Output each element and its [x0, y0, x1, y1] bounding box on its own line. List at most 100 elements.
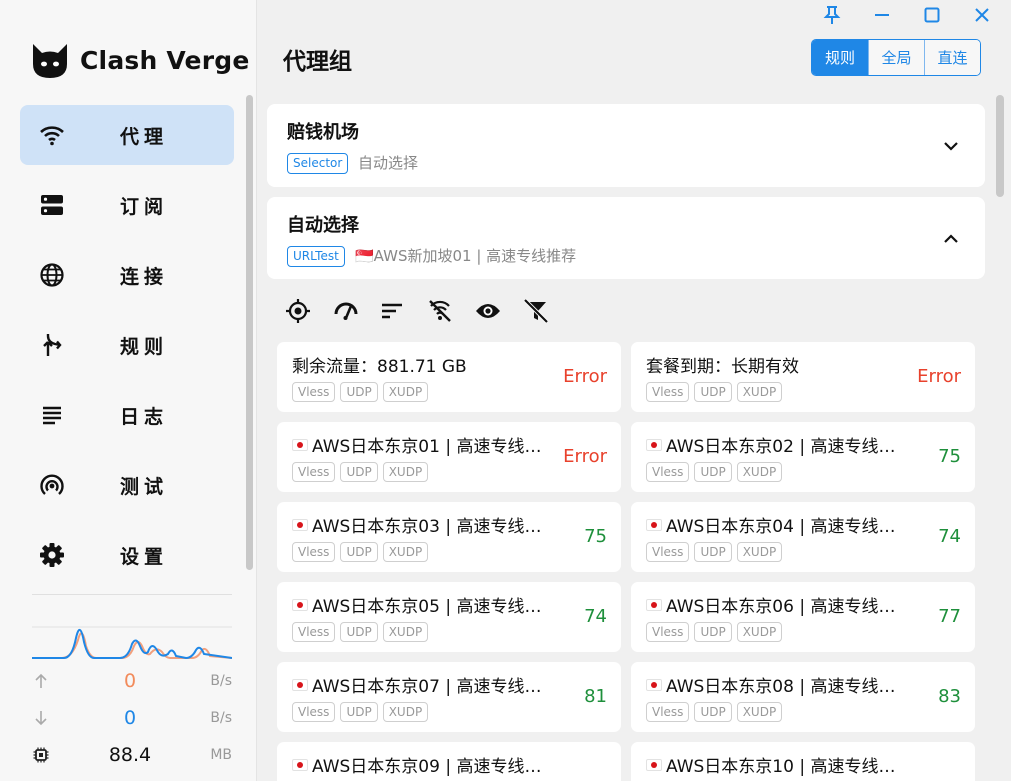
collapse-button[interactable]: [941, 229, 961, 249]
locate-button[interactable]: [283, 296, 313, 326]
proxy-card[interactable]: 套餐到期：长期有效 Vless UDP XUDP Error: [631, 342, 975, 412]
mode-button[interactable]: 全局: [868, 40, 924, 75]
sidebar-item[interactable]: 规则: [20, 315, 234, 375]
filter-off-button[interactable]: [521, 296, 551, 326]
japan-flag-icon: [646, 598, 662, 611]
mode-button[interactable]: 直连: [924, 40, 980, 75]
sidebar-item[interactable]: 订阅: [20, 175, 234, 235]
download-speed: 0: [123, 707, 137, 729]
close-icon: [975, 8, 989, 22]
sidebar-item[interactable]: 连接: [20, 245, 234, 305]
proxy-tag: UDP: [694, 702, 732, 722]
proxy-tag: XUDP: [382, 462, 429, 482]
proxy-name-text: AWS日本东京07 | 高速专线推荐: [312, 677, 554, 697]
japan-flag-icon: [646, 678, 662, 691]
proxy-delay[interactable]: 83: [938, 686, 961, 707]
proxy-tag: UDP: [694, 542, 732, 562]
sidebar-item[interactable]: 日志: [20, 385, 234, 445]
proxy-name: AWS日本东京05 | 高速专线推荐: [292, 592, 554, 617]
proxy-tags: Vless UDP XUDP: [646, 382, 787, 402]
proxy-delay[interactable]: 75: [584, 526, 607, 547]
proxy-tags: Vless UDP XUDP: [646, 622, 787, 642]
proxy-delay[interactable]: 77: [938, 606, 961, 627]
list-icon: [39, 402, 65, 428]
sidebar-item-label: 日志: [120, 405, 169, 428]
proxy-tag: XUDP: [382, 382, 429, 402]
japan-flag-icon: [646, 438, 662, 451]
proxy-tag: XUDP: [736, 382, 783, 402]
proxy-name-text: AWS日本东京05 | 高速专线推荐: [312, 597, 554, 617]
sidebar-item[interactable]: 代理: [20, 105, 234, 165]
proxy-tag: XUDP: [382, 702, 429, 722]
sidebar-item[interactable]: 设置: [20, 525, 234, 585]
proxy-card[interactable]: AWS日本东京02 | 高速专线推荐 Vless UDP XUDP 75: [631, 422, 975, 492]
eye-icon: [476, 304, 500, 318]
pin-button[interactable]: [817, 2, 847, 28]
proxy-card[interactable]: AWS日本东京05 | 高速专线推荐 Vless UDP XUDP 74: [277, 582, 621, 652]
storage-icon: [39, 192, 65, 218]
mode-button[interactable]: 规则: [812, 40, 868, 75]
group-type-badge: URLTest: [287, 246, 345, 267]
proxy-group-card[interactable]: 赔钱机场 Selector 自动选择: [267, 104, 985, 187]
upload-unit: B/s: [210, 673, 232, 689]
close-button[interactable]: [967, 2, 997, 28]
group-type-badge: Selector: [287, 153, 349, 174]
minimize-button[interactable]: [867, 2, 897, 28]
japan-flag-icon: [292, 518, 308, 531]
proxy-name: AWS日本东京06 | 高速专线推荐: [646, 592, 908, 617]
group-current-proxy: 自动选择: [358, 154, 419, 172]
proxy-card[interactable]: AWS日本东京09 | 高速专线推荐: [277, 742, 621, 781]
proxy-name: AWS日本东京02 | 高速专线推荐: [646, 432, 908, 457]
proxy-delay[interactable]: Error: [917, 366, 961, 387]
proxy-tags: Vless UDP XUDP: [646, 702, 787, 722]
proxy-tag: XUDP: [736, 622, 783, 642]
chevron-down-icon: [944, 142, 958, 151]
sidebar-item[interactable]: 测试: [20, 455, 234, 515]
proxy-delay[interactable]: 81: [584, 686, 607, 707]
maximize-button[interactable]: [917, 2, 947, 28]
sidebar-scrollbar[interactable]: [246, 95, 253, 570]
proxy-card[interactable]: AWS日本东京06 | 高速专线推荐 Vless UDP XUDP 77: [631, 582, 975, 652]
proxy-tag: Vless: [646, 702, 690, 722]
proxy-tags: Vless UDP XUDP: [292, 622, 433, 642]
sidebar-item-label: 规则: [120, 335, 169, 358]
expand-button[interactable]: [941, 136, 961, 156]
proxy-delay[interactable]: 75: [938, 446, 961, 467]
proxy-card[interactable]: AWS日本东京04 | 高速专线推荐 Vless UDP XUDP 74: [631, 502, 975, 572]
sort-button[interactable]: [377, 296, 407, 326]
sidebar-item-label: 连接: [120, 265, 169, 288]
proxy-tag: Vless: [292, 702, 336, 722]
proxy-delay[interactable]: Error: [563, 366, 607, 387]
proxy-tags: Vless UDP XUDP: [292, 462, 433, 482]
memory-stat: 88.4 MB: [32, 743, 232, 767]
download-unit: B/s: [210, 710, 232, 726]
proxy-tag: XUDP: [736, 462, 783, 482]
memory-chip-icon: [32, 746, 50, 764]
proxy-name: 剩余流量：881.71 GB: [292, 352, 554, 377]
proxy-delay[interactable]: Error: [563, 446, 607, 467]
proxy-card[interactable]: AWS日本东京03 | 高速专线推荐 Vless UDP XUDP 75: [277, 502, 621, 572]
proxy-delay[interactable]: 74: [938, 526, 961, 547]
sort-icon: [382, 303, 402, 319]
proxy-card[interactable]: AWS日本东京07 | 高速专线推荐 Vless UDP XUDP 81: [277, 662, 621, 732]
proxy-tags: Vless UDP XUDP: [646, 462, 787, 482]
proxy-tags: Vless UDP XUDP: [292, 702, 433, 722]
proxy-name: 套餐到期：长期有效: [646, 352, 908, 377]
group-name: 自动选择: [287, 215, 359, 236]
speed-test-button[interactable]: [331, 296, 361, 326]
gear-icon: [39, 542, 65, 568]
hide-unavailable-button[interactable]: [425, 296, 455, 326]
page-title: 代理组: [283, 49, 352, 75]
visibility-button[interactable]: [473, 296, 503, 326]
proxy-card[interactable]: AWS日本东京10 | 高速专线推荐: [631, 742, 975, 781]
proxy-tag: Vless: [646, 622, 690, 642]
maximize-icon: [924, 7, 940, 23]
proxy-card[interactable]: AWS日本东京01 | 高速专线推荐 Vless UDP XUDP Error: [277, 422, 621, 492]
proxy-card[interactable]: 剩余流量：881.71 GB Vless UDP XUDP Error: [277, 342, 621, 412]
proxy-delay[interactable]: 74: [584, 606, 607, 627]
proxy-group-card[interactable]: 自动选择 URLTest 🇸🇬AWS新加坡01 | 高速专线推荐: [267, 197, 985, 279]
proxy-card[interactable]: AWS日本东京08 | 高速专线推荐 Vless UDP XUDP 83: [631, 662, 975, 732]
proxy-tag: UDP: [340, 622, 378, 642]
proxy-name: AWS日本东京08 | 高速专线推荐: [646, 672, 908, 697]
main-scrollbar[interactable]: [996, 95, 1004, 197]
